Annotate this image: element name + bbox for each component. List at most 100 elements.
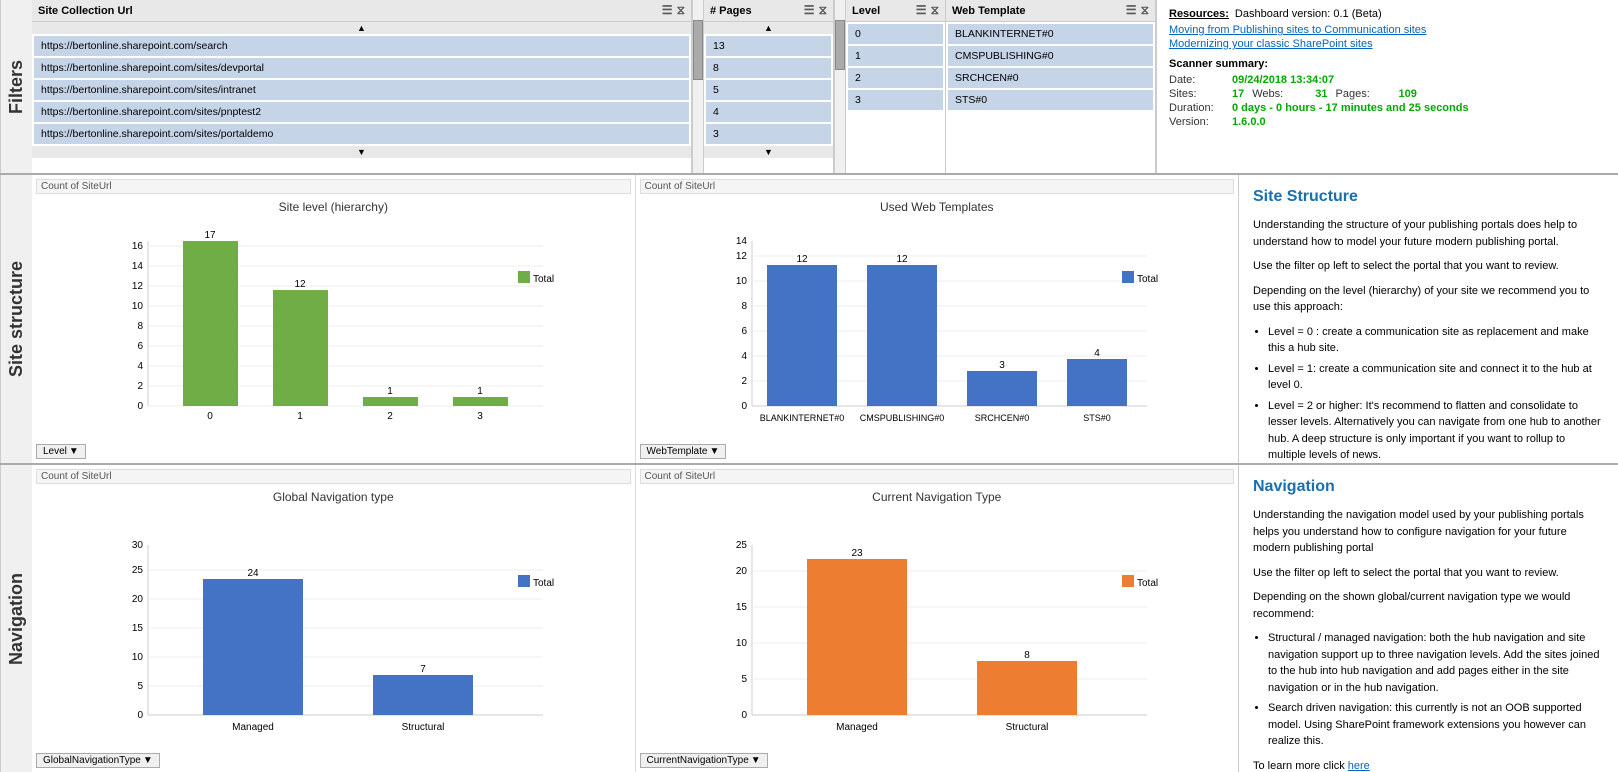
date-label: Date:: [1169, 74, 1224, 86]
svg-text:8: 8: [741, 301, 747, 312]
svg-text:Total: Total: [533, 578, 554, 589]
level-item[interactable]: 3: [848, 90, 943, 110]
level-item[interactable]: 1: [848, 46, 943, 66]
svg-text:12: 12: [295, 279, 307, 290]
current-nav-chart-panel: Count of SiteUrl Current Navigation Type…: [636, 465, 1239, 772]
site-url-scrollbar[interactable]: [692, 0, 704, 173]
level-sort-icon[interactable]: ⧖: [931, 3, 939, 18]
scanner-summary-title: Scanner summary:: [1169, 58, 1606, 70]
current-nav-filter-btn[interactable]: CurrentNavigationType ▼: [640, 753, 768, 768]
svg-text:1: 1: [387, 386, 393, 397]
web-templates-chart: 0 2 4 6 8 10 12 14: [707, 231, 1167, 441]
svg-text:10: 10: [736, 276, 748, 287]
pages-scrollbar[interactable]: [834, 0, 846, 173]
current-nav-chart: 0 5 10 15 20 25 23: [707, 535, 1167, 750]
resources-title: Resources:: [1169, 8, 1229, 20]
site-url-filter-icon[interactable]: ☰: [662, 3, 673, 18]
svg-text:12: 12: [736, 251, 748, 262]
svg-text:0: 0: [138, 401, 144, 412]
site-level-count-label: Count of SiteUrl: [36, 179, 631, 194]
svg-text:Total: Total: [1137, 578, 1158, 589]
site-level-chart-title: Site level (hierarchy): [36, 200, 631, 214]
site-url-item[interactable]: https://bertonline.sharepoint.com/sites/…: [34, 124, 689, 144]
svg-text:25: 25: [736, 540, 748, 551]
sites-value: 17: [1232, 88, 1244, 100]
dashboard-version: Dashboard version: 0.1 (Beta): [1235, 8, 1382, 20]
web-templates-filter-btn[interactable]: WebTemplate ▼: [640, 444, 727, 459]
level-item[interactable]: 0: [848, 24, 943, 44]
global-nav-filter-btn[interactable]: GlobalNavigationType ▼: [36, 753, 160, 768]
svg-text:20: 20: [736, 566, 748, 577]
svg-text:Total: Total: [533, 274, 554, 285]
svg-text:10: 10: [132, 652, 144, 663]
site-url-item[interactable]: https://bertonline.sharepoint.com/sites/…: [34, 58, 689, 78]
pages-filter-icon[interactable]: ☰: [804, 3, 815, 18]
site-structure-info-panel: Site Structure Understanding the structu…: [1238, 175, 1618, 463]
site-url-scroll-up[interactable]: ▲: [32, 22, 691, 34]
site-url-item[interactable]: https://bertonline.sharepoint.com/search: [34, 36, 689, 56]
site-level-filter-btn[interactable]: Level ▼: [36, 444, 86, 459]
svg-text:15: 15: [736, 602, 748, 613]
web-template-item[interactable]: STS#0: [948, 90, 1153, 110]
web-templates-chart-title: Used Web Templates: [640, 200, 1235, 214]
duration-value: 0 days - 0 hours - 17 minutes and 25 sec…: [1232, 102, 1469, 114]
site-url-item[interactable]: https://bertonline.sharepoint.com/sites/…: [34, 80, 689, 100]
web-template-header: Web Template: [952, 5, 1026, 17]
svg-text:14: 14: [736, 236, 748, 247]
site-structure-text1: Understanding the structure of your publ…: [1253, 217, 1604, 250]
site-structure-bullet3: Level = 2 or higher: It's recommend to f…: [1268, 398, 1604, 464]
svg-text:2: 2: [741, 376, 747, 387]
level-header: Level: [852, 5, 880, 17]
web-template-sort-icon[interactable]: ⧖: [1141, 3, 1149, 18]
web-template-item[interactable]: SRCHCEN#0: [948, 68, 1153, 88]
site-structure-info-title: Site Structure: [1253, 185, 1604, 209]
navigation-here-link[interactable]: here: [1348, 760, 1370, 772]
pages-sort-icon[interactable]: ⧖: [819, 3, 827, 18]
pages-scroll-up[interactable]: ▲: [704, 22, 833, 34]
web-template-item[interactable]: BLANKINTERNET#0: [948, 24, 1153, 44]
svg-text:8: 8: [1024, 650, 1030, 661]
svg-text:2: 2: [138, 381, 144, 392]
svg-text:SRCHCEN#0: SRCHCEN#0: [974, 413, 1029, 423]
svg-text:3: 3: [999, 360, 1005, 371]
site-url-sort-icon[interactable]: ⧖: [677, 3, 685, 18]
svg-text:CMSPUBLISHING#0: CMSPUBLISHING#0: [859, 413, 944, 423]
site-structure-text3: Depending on the level (hierarchy) of yo…: [1253, 283, 1604, 316]
svg-text:15: 15: [132, 623, 144, 634]
pages-item[interactable]: 8: [706, 58, 831, 78]
resources-link2[interactable]: Modernizing your classic SharePoint site…: [1169, 38, 1606, 50]
svg-text:30: 30: [132, 540, 144, 551]
web-template-filter-icon[interactable]: ☰: [1126, 3, 1137, 18]
site-structure-bullet1: Level = 0 : create a communication site …: [1268, 324, 1604, 357]
svg-text:17: 17: [205, 231, 217, 241]
svg-text:12: 12: [896, 254, 908, 265]
pages-item[interactable]: 4: [706, 102, 831, 122]
svg-text:Structural: Structural: [402, 722, 445, 733]
pages-item[interactable]: 3: [706, 124, 831, 144]
svg-text:6: 6: [741, 326, 747, 337]
current-nav-chart-title: Current Navigation Type: [640, 490, 1235, 504]
resources-link1[interactable]: Moving from Publishing sites to Communic…: [1169, 24, 1606, 36]
pages-value-res: 109: [1399, 88, 1417, 100]
pages-item[interactable]: 5: [706, 80, 831, 100]
svg-text:14: 14: [132, 261, 144, 272]
navigation-text1: Understanding the navigation model used …: [1253, 507, 1604, 557]
pages-scroll-down[interactable]: ▼: [704, 146, 833, 158]
global-nav-chart: 0 5 10 15 20 25 30 24: [103, 535, 563, 750]
version-value: 1.6.0.0: [1232, 116, 1266, 128]
level-item[interactable]: 2: [848, 68, 943, 88]
level-filter-icon[interactable]: ☰: [916, 3, 927, 18]
svg-text:Managed: Managed: [836, 722, 878, 733]
web-template-item[interactable]: CMSPUBLISHING#0: [948, 46, 1153, 66]
svg-text:7: 7: [420, 664, 426, 675]
svg-text:10: 10: [132, 301, 144, 312]
svg-text:5: 5: [138, 681, 144, 692]
site-url-scroll-down[interactable]: ▼: [32, 146, 691, 158]
pages-item[interactable]: 13: [706, 36, 831, 56]
resources-panel: Resources: Dashboard version: 0.1 (Beta)…: [1156, 0, 1618, 173]
svg-text:12: 12: [132, 281, 144, 292]
svg-text:0: 0: [741, 710, 747, 721]
svg-text:12: 12: [796, 254, 808, 265]
site-url-item[interactable]: https://bertonline.sharepoint.com/sites/…: [34, 102, 689, 122]
navigation-bullet1: Structural / managed navigation: both th…: [1268, 630, 1604, 696]
